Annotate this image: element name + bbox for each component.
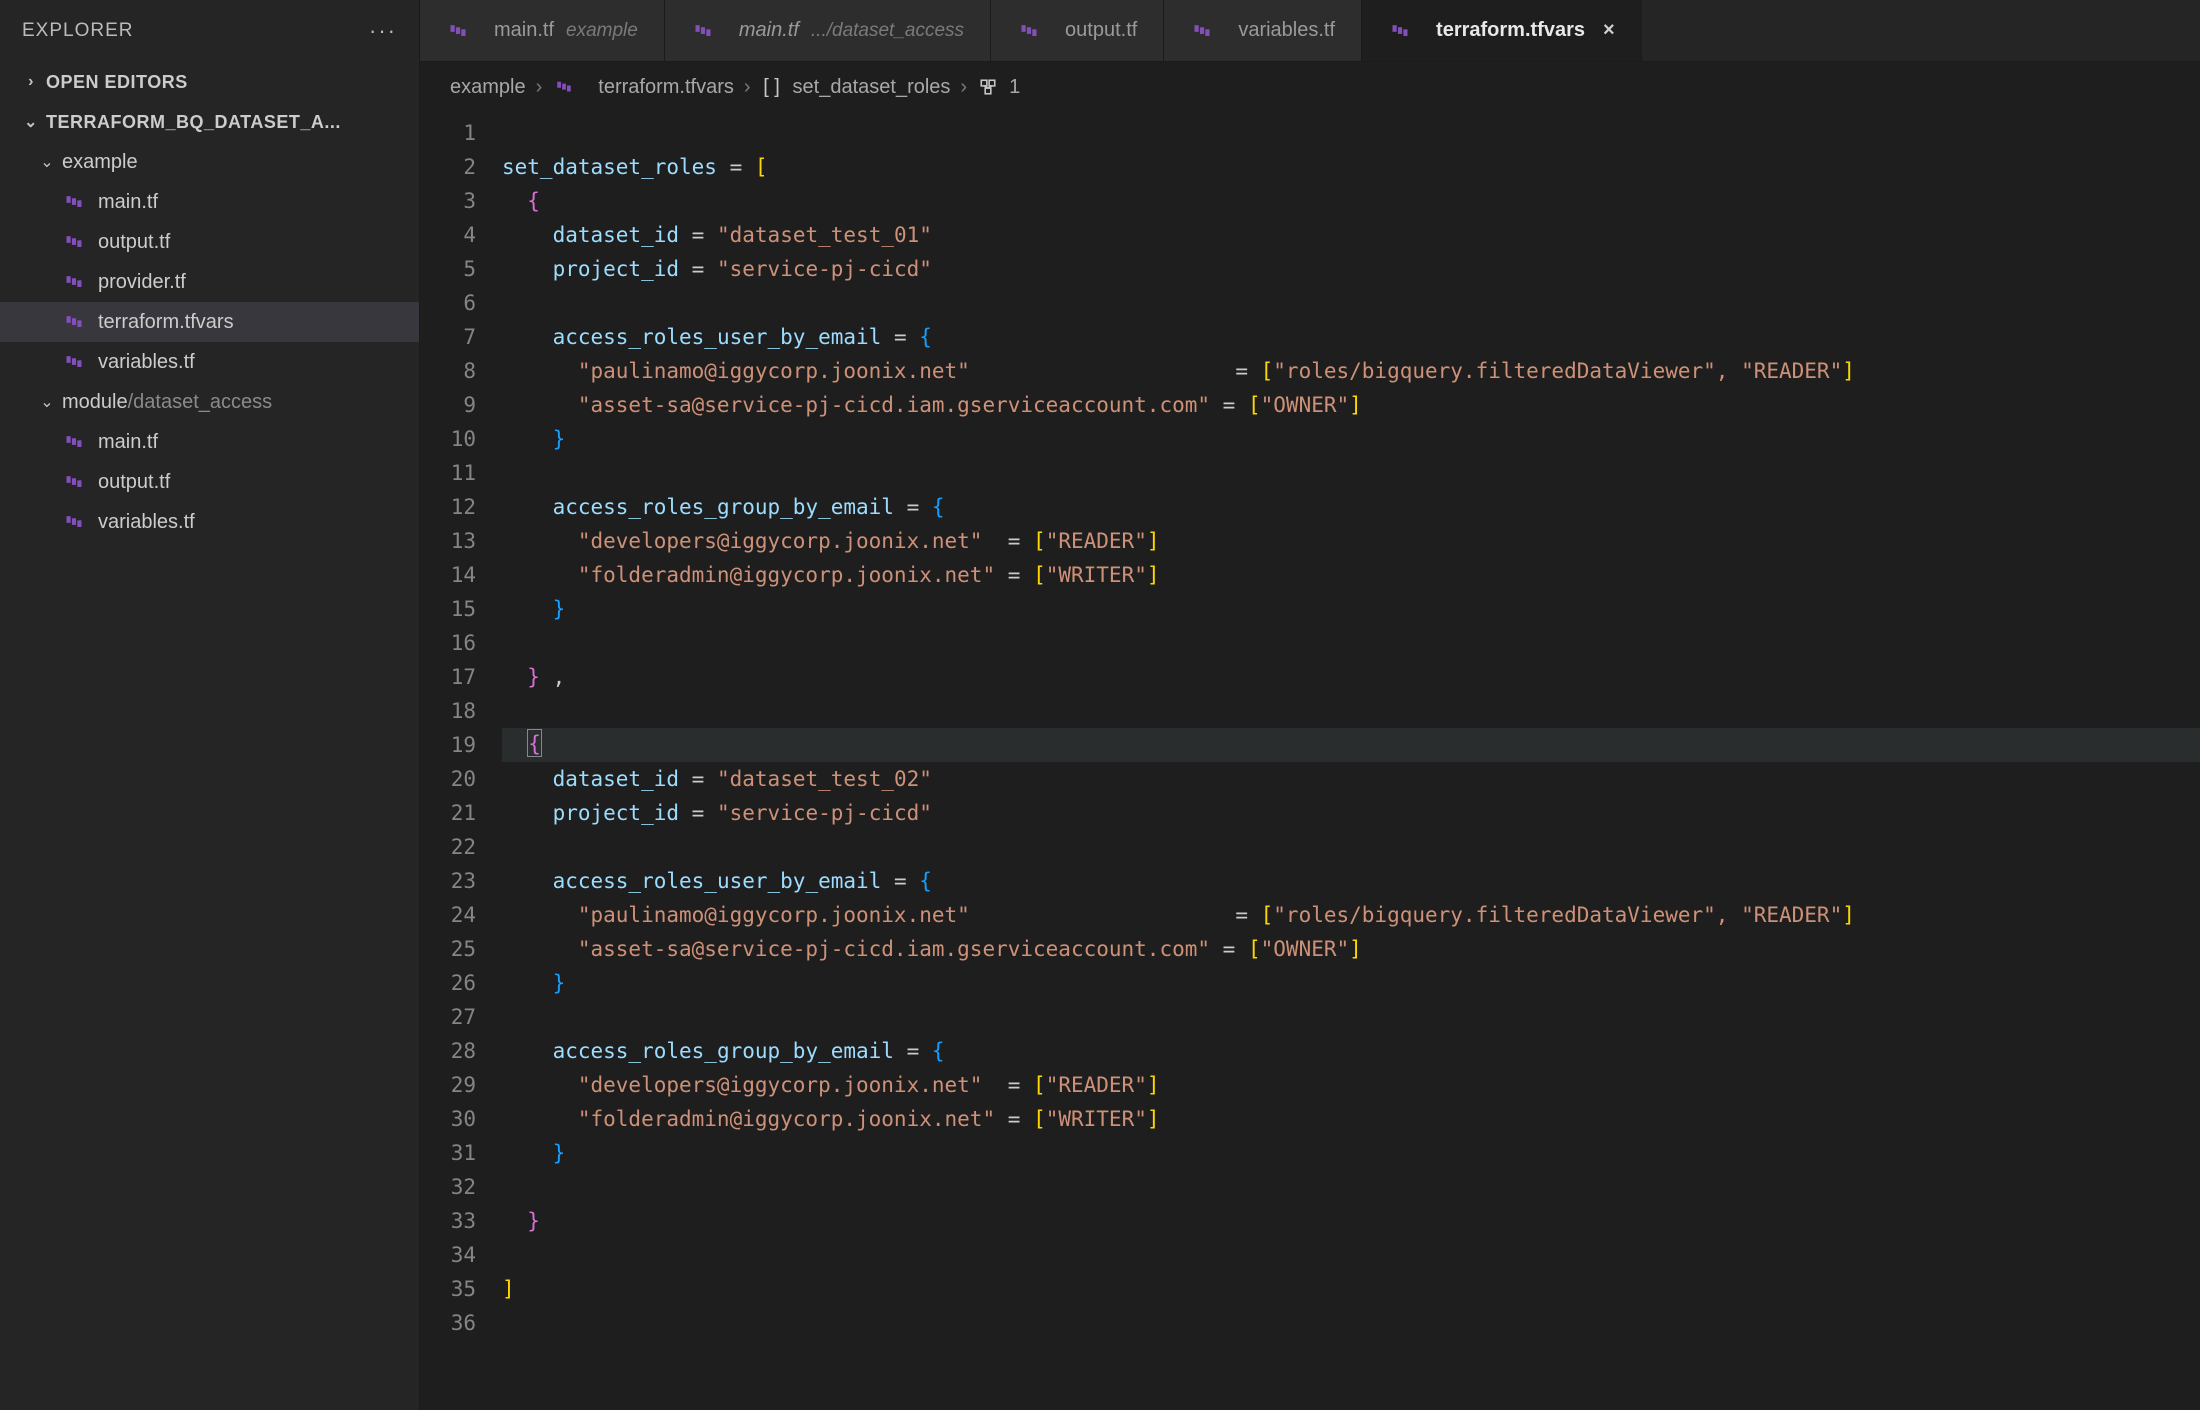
tab-main-tf-module[interactable]: main.tf .../dataset_access [665, 0, 991, 61]
explorer-title: EXPLORER [22, 20, 133, 42]
terraform-icon [62, 430, 86, 454]
terraform-icon [1017, 19, 1041, 43]
editor-tabs: main.tf example main.tf .../dataset_acce… [420, 0, 2200, 62]
tab-hint: example [566, 20, 638, 42]
app-root: EXPLORER ··· › OPEN EDITORS ⌄ TERRAFORM_… [0, 0, 2200, 1410]
file-label: variables.tf [98, 511, 195, 534]
file-label: variables.tf [98, 351, 195, 374]
main-area: main.tf example main.tf .../dataset_acce… [420, 0, 2200, 1410]
line-number-gutter: 1234567891011121314151617181920212223242… [420, 112, 502, 1410]
file-module-output-tf[interactable]: output.tf [0, 462, 419, 502]
chevron-right-icon: › [536, 76, 543, 99]
tab-label: main.tf [494, 19, 554, 42]
explorer-sidebar: EXPLORER ··· › OPEN EDITORS ⌄ TERRAFORM_… [0, 0, 420, 1410]
terraform-icon [62, 470, 86, 494]
chevron-down-icon: ⌄ [38, 392, 56, 412]
terraform-icon [1190, 19, 1214, 43]
breadcrumb[interactable]: example › terraform.tfvars › [ ] set_dat… [420, 62, 2200, 112]
terraform-icon [552, 75, 576, 99]
file-label: output.tf [98, 471, 170, 494]
open-editors-label: OPEN EDITORS [46, 72, 188, 93]
tab-main-tf-example[interactable]: main.tf example [420, 0, 665, 61]
file-label: output.tf [98, 231, 170, 254]
chevron-right-icon: › [22, 73, 40, 91]
file-output-tf[interactable]: output.tf [0, 222, 419, 262]
close-icon[interactable]: × [1603, 19, 1615, 42]
file-module-main-tf[interactable]: main.tf [0, 422, 419, 462]
terraform-icon [446, 19, 470, 43]
terraform-icon [62, 310, 86, 334]
explorer-more-icon[interactable]: ··· [369, 18, 397, 44]
terraform-icon [62, 190, 86, 214]
tab-variables-tf[interactable]: variables.tf [1164, 0, 1362, 61]
folder-module-dataset-access[interactable]: ⌄ module/dataset_access [0, 382, 419, 422]
workspace-root[interactable]: ⌄ TERRAFORM_BQ_DATASET_A... [0, 102, 419, 142]
tab-terraform-tfvars[interactable]: terraform.tfvars × [1362, 0, 1642, 61]
breadcrumb-seg[interactable]: example [450, 76, 526, 99]
terraform-icon [62, 350, 86, 374]
chevron-down-icon: ⌄ [38, 152, 56, 172]
explorer-header: EXPLORER ··· [0, 0, 419, 62]
breadcrumb-seg[interactable]: terraform.tfvars [598, 76, 734, 99]
file-label: terraform.tfvars [98, 311, 234, 334]
terraform-icon [62, 270, 86, 294]
file-provider-tf[interactable]: provider.tf [0, 262, 419, 302]
breadcrumb-seg[interactable]: set_dataset_roles [793, 76, 951, 99]
workspace-root-label: TERRAFORM_BQ_DATASET_A... [46, 112, 341, 133]
tab-label: main.tf [739, 19, 799, 42]
folder-label: module/dataset_access [62, 391, 272, 414]
file-tree: ⌄ example main.tf output.tf provider.t [0, 142, 419, 542]
folder-label: example [62, 151, 138, 174]
code-editor[interactable]: 1234567891011121314151617181920212223242… [420, 112, 2200, 1410]
terraform-icon [62, 230, 86, 254]
tab-label: output.tf [1065, 19, 1137, 42]
chevron-right-icon: › [960, 76, 967, 99]
file-main-tf[interactable]: main.tf [0, 182, 419, 222]
array-icon: [ ] [761, 76, 783, 98]
tab-label: terraform.tfvars [1436, 19, 1585, 42]
chevron-down-icon: ⌄ [22, 112, 40, 132]
terraform-icon [691, 19, 715, 43]
terraform-icon [62, 510, 86, 534]
tab-hint: .../dataset_access [811, 20, 964, 42]
code-content[interactable]: set_dataset_roles = [ { dataset_id = "da… [502, 112, 2200, 1410]
file-label: main.tf [98, 191, 158, 214]
file-terraform-tfvars[interactable]: terraform.tfvars [0, 302, 419, 342]
chevron-right-icon: › [744, 76, 751, 99]
tab-label: variables.tf [1238, 19, 1335, 42]
terraform-icon [1388, 19, 1412, 43]
tab-output-tf[interactable]: output.tf [991, 0, 1164, 61]
file-label: main.tf [98, 431, 158, 454]
file-label: provider.tf [98, 271, 186, 294]
open-editors-section[interactable]: › OPEN EDITORS [0, 62, 419, 102]
folder-example[interactable]: ⌄ example [0, 142, 419, 182]
breadcrumb-seg[interactable]: 1 [1009, 76, 1020, 99]
file-module-variables-tf[interactable]: variables.tf [0, 502, 419, 542]
file-variables-tf[interactable]: variables.tf [0, 342, 419, 382]
symbol-icon [977, 76, 999, 98]
